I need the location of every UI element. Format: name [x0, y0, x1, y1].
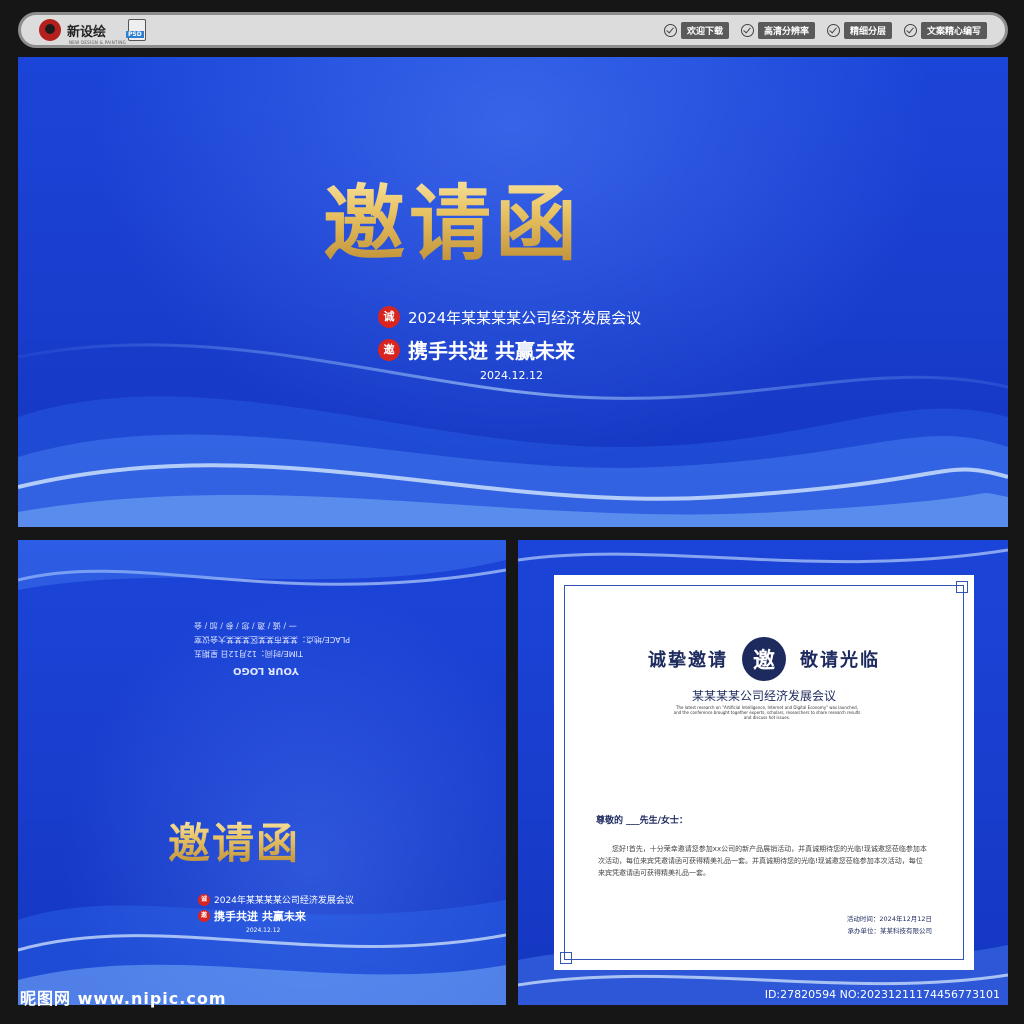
- back-subtitle-row: 诚 2024年某某某某公司经济发展会议: [198, 893, 354, 906]
- back-subtitle: 2024年某某某某公司经济发展会议: [214, 896, 354, 906]
- letter-greeting: 尊敬的 ___先生/女士：: [596, 816, 688, 826]
- brand-logo-icon: [39, 19, 61, 41]
- back-place-text: PLACE/地点：某某市某某区某某某大会议室: [194, 635, 351, 644]
- brand[interactable]: 新设绘: [39, 19, 106, 41]
- cover-subtitle: 2024年某某某某公司经济发展会议: [408, 308, 642, 327]
- header-bar: 新设绘 NEW DESIGN & PAINTING PSD 欢迎下载 高清分辨率…: [18, 12, 1008, 48]
- frame-corner-tr: [956, 581, 968, 593]
- frame-corner-bl: [560, 952, 572, 964]
- cover-title: 邀请函: [323, 157, 581, 276]
- invitation-card: 诚挚邀请 邀 敬请光临 某某某某公司经济发展会议 The latest rese…: [554, 575, 974, 970]
- cover-slogan-row: 邀 携手共进 共赢未来: [378, 335, 575, 364]
- page: 新设绘 NEW DESIGN & PAINTING PSD 欢迎下载 高清分辨率…: [0, 0, 1024, 1024]
- psd-label: PSD: [126, 31, 144, 38]
- back-time-text: TIME/时间：12月12日 星期五: [194, 649, 303, 658]
- feature-list: 欢迎下载 高清分辨率 精细分层 文案精心编写: [663, 21, 987, 39]
- letter-time-line: 活动时间：2024年12月12日: [846, 915, 932, 923]
- back-seal-cheng: 诚: [198, 893, 210, 906]
- cover-date: 2024.12.12: [480, 369, 543, 382]
- check-circle-icon: [903, 23, 917, 37]
- seal-cheng: 诚: [378, 306, 400, 328]
- brand-name: 新设绘: [67, 24, 107, 40]
- back-list-text: 一 / 诚 / 邀 / 您 / 参 / 加 / 会: [194, 621, 297, 630]
- letter-header-row: 诚挚邀请 邀 敬请光临: [554, 637, 974, 681]
- check-circle-icon: [663, 23, 677, 37]
- feature-item-copy: 文案精心编写: [903, 21, 987, 39]
- feature-item-download: 欢迎下载: [663, 21, 729, 39]
- cover-slogan: 携手共进 共赢未来: [408, 339, 575, 363]
- letter-header-left: 诚挚邀请: [648, 650, 728, 671]
- letter-header-seal: 邀: [742, 637, 786, 681]
- check-circle-icon: [826, 23, 840, 37]
- feature-item-layers: 精细分层: [826, 21, 892, 39]
- back-title: 邀请函: [168, 810, 300, 871]
- feature-label: 精细分层: [843, 21, 892, 39]
- back-slogan: 携手共进 共赢未来: [214, 910, 306, 923]
- letter-header-right: 敬请光临: [800, 650, 880, 671]
- check-circle-icon: [740, 23, 754, 37]
- cover-subtitle-row: 诚 2024年某某某某公司经济发展会议: [378, 306, 641, 328]
- back-logo-text: YOUR LOGO: [233, 665, 299, 676]
- feature-label: 高清分辨率: [757, 21, 815, 39]
- back-slogan-row: 邀 携手共进 共赢未来: [198, 908, 306, 924]
- back-date: 2024.12.12: [246, 927, 281, 934]
- letter-english-text: The latest research on "Artificial Intel…: [673, 705, 861, 720]
- letter-body: 您好!首先，十分荣幸邀请您参加xx公司的新产品展销活动，并真诚期待您的光临!现诚…: [598, 845, 927, 877]
- feature-label: 欢迎下载: [680, 21, 729, 39]
- letter-panel: 诚挚邀请 邀 敬请光临 某某某某公司经济发展会议 The latest rese…: [518, 540, 1008, 1005]
- seal-yao: 邀: [378, 338, 400, 361]
- psd-file-icon: PSD: [126, 19, 147, 41]
- image-id-text: ID:27820594 NO:20231211174456773101: [764, 988, 1000, 1001]
- site-watermark[interactable]: 昵图网 www.nipic.com: [20, 985, 227, 1009]
- cover-panel: 邀请函 诚 2024年某某某某公司经济发展会议 邀 携手共进 共赢未来 2024…: [18, 57, 1008, 527]
- letter-org-line: 承办单位：某某科技有限公司: [847, 927, 933, 935]
- brand-subtitle: NEW DESIGN & PAINTING: [69, 40, 126, 45]
- cover-glow: [18, 57, 1008, 527]
- feature-label: 文案精心编写: [920, 21, 987, 39]
- back-glow: [18, 540, 506, 1005]
- back-seal-yao: 邀: [198, 910, 210, 922]
- letter-meeting-name: 某某某某公司经济发展会议: [691, 689, 836, 703]
- feature-item-resolution: 高清分辨率: [740, 21, 815, 39]
- back-cover-panel: YOUR LOGO TIME/时间：12月12日 星期五 PLACE/地点：某某…: [18, 540, 506, 1005]
